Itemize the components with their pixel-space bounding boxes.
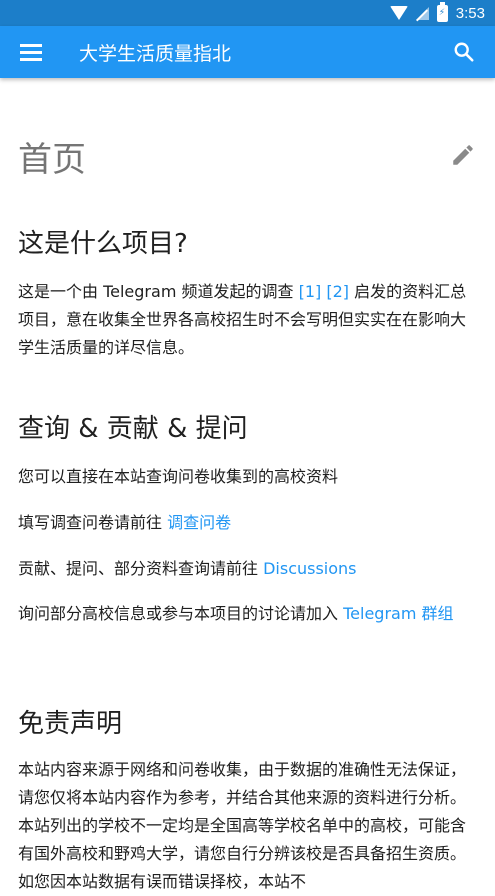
app-bar: 大学生活质量指北 [0,26,495,78]
app-title: 大学生活质量指北 [79,42,232,65]
about-paragraph: 这是一个由 Telegram 频道发起的调查 [1] [2] 启发的资料汇总项目… [18,278,478,362]
wifi-icon [389,6,408,20]
status-time: 3:53 [455,4,485,22]
disclaimer-paragraph: 本站内容来源于网络和问卷收集，由于数据的准确性无法保证，请您仅将本站内容作为参考… [18,760,467,891]
battery-icon: ⚡ [436,1,448,22]
query-line-4: 询问部分高校信息或参与本项目的讨论请加入 Telegram 群组 [18,600,478,628]
ref-link-2[interactable]: [2] [326,282,349,301]
telegram-group-link[interactable]: Telegram 群组 [343,604,453,623]
discussions-link[interactable]: Discussions [263,559,356,578]
ref-link-1[interactable]: [1] [299,282,322,301]
query-line-1: 您可以直接在本站查询问卷收集到的高校资料 [18,467,339,486]
edit-button[interactable] [450,142,478,170]
signal-icon [415,6,429,20]
query-line-3: 贡献、提问、部分资料查询请前往 Discussions [18,555,478,583]
survey-link[interactable]: 调查问卷 [167,513,231,532]
page-title: 首页 [18,140,86,180]
main-content: 首页 这是什么项目? 这是一个由 Telegram 频道发起的调查 [1] [2… [18,78,478,891]
menu-button[interactable] [0,26,62,78]
section-heading-disclaimer: 免责声明 [18,709,123,739]
section-heading-about: 这是什么项目? [18,229,188,259]
section-heading-query: 查询 & 贡献 & 提问 [18,414,248,444]
search-button[interactable] [433,26,495,78]
status-bar: ⚡ 3:53 [0,0,495,26]
menu-icon [20,44,42,61]
query-line-3-text: 贡献、提问、部分资料查询请前往 [18,559,264,578]
page-header: 首页 [18,78,478,218]
search-icon [454,42,474,62]
query-line-2-text: 填写调查问卷请前往 [18,513,168,532]
query-line-2: 填写调查问卷请前往 调查问卷 [18,509,478,537]
edit-icon [453,145,473,165]
query-line-4-text: 询问部分高校信息或参与本项目的讨论请加入 [18,604,344,623]
about-text-before: 这是一个由 Telegram 频道发起的调查 [18,282,299,301]
